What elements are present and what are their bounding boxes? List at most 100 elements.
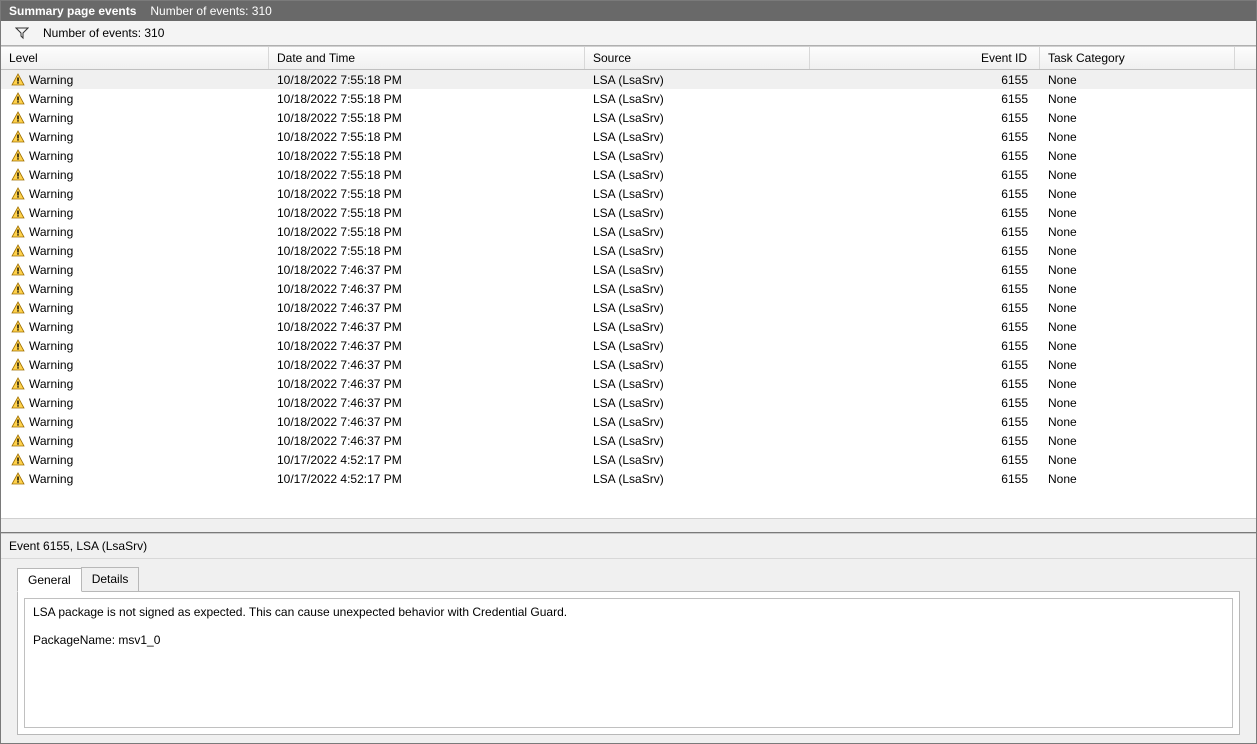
warning-icon <box>11 434 25 448</box>
warning-icon <box>11 111 25 125</box>
horizontal-scrollbar[interactable] <box>1 518 1256 532</box>
title-event-count: Number of events: 310 <box>150 4 271 18</box>
cell-source: LSA (LsaSrv) <box>585 319 810 335</box>
cell-eventid: 6155 <box>810 91 1040 107</box>
event-rows[interactable]: Warning10/18/2022 7:55:18 PMLSA (LsaSrv)… <box>1 70 1256 518</box>
warning-icon <box>11 92 25 106</box>
cell-date: 10/18/2022 7:46:37 PM <box>269 414 585 430</box>
cell-task: None <box>1040 91 1235 107</box>
cell-eventid: 6155 <box>810 414 1040 430</box>
filter-icon[interactable] <box>15 26 29 40</box>
cell-source: LSA (LsaSrv) <box>585 224 810 240</box>
table-row[interactable]: Warning10/18/2022 7:55:18 PMLSA (LsaSrv)… <box>1 203 1256 222</box>
table-row[interactable]: Warning10/18/2022 7:55:18 PMLSA (LsaSrv)… <box>1 89 1256 108</box>
warning-icon <box>11 453 25 467</box>
cell-eventid: 6155 <box>810 243 1040 259</box>
cell-task: None <box>1040 414 1235 430</box>
cell-level-text: Warning <box>29 415 73 429</box>
event-list-panel: Level Date and Time Source Event ID Task… <box>1 46 1256 533</box>
cell-level-text: Warning <box>29 225 73 239</box>
cell-eventid: 6155 <box>810 281 1040 297</box>
table-row[interactable]: Warning10/18/2022 7:55:18 PMLSA (LsaSrv)… <box>1 108 1256 127</box>
table-row[interactable]: Warning10/18/2022 7:46:37 PMLSA (LsaSrv)… <box>1 431 1256 450</box>
table-row[interactable]: Warning10/18/2022 7:46:37 PMLSA (LsaSrv)… <box>1 355 1256 374</box>
table-row[interactable]: Warning10/18/2022 7:46:37 PMLSA (LsaSrv)… <box>1 317 1256 336</box>
table-row[interactable]: Warning10/18/2022 7:55:18 PMLSA (LsaSrv)… <box>1 146 1256 165</box>
cell-date: 10/18/2022 7:46:37 PM <box>269 338 585 354</box>
cell-task: None <box>1040 319 1235 335</box>
table-row[interactable]: Warning 10/18/2022 7:55:18 PMLSA (LsaSrv)… <box>1 184 1256 203</box>
detail-body-wrap: LSA package is not signed as expected. T… <box>17 591 1240 735</box>
cell-level: Warning <box>1 262 269 278</box>
cell-source: LSA (LsaSrv) <box>585 357 810 373</box>
cell-source: LSA (LsaSrv) <box>585 205 810 221</box>
cell-eventid: 6155 <box>810 129 1040 145</box>
cell-source: LSA (LsaSrv) <box>585 281 810 297</box>
warning-icon <box>11 320 25 334</box>
cell-eventid: 6155 <box>810 376 1040 392</box>
cell-date: 10/18/2022 7:46:37 PM <box>269 262 585 278</box>
table-row[interactable]: Warning10/17/2022 4:52:17 PMLSA (LsaSrv)… <box>1 450 1256 469</box>
cell-date: 10/18/2022 7:55:18 PM <box>269 186 585 202</box>
cell-level-text: Warning <box>29 453 73 467</box>
cell-date: 10/18/2022 7:46:37 PM <box>269 395 585 411</box>
cell-level: Warning <box>1 224 269 240</box>
warning-icon <box>11 206 25 220</box>
cell-level: Warning <box>1 357 269 373</box>
warning-icon <box>11 187 25 201</box>
cell-eventid: 6155 <box>810 205 1040 221</box>
table-row[interactable]: Warning10/18/2022 7:46:37 PMLSA (LsaSrv)… <box>1 336 1256 355</box>
cell-source: LSA (LsaSrv) <box>585 433 810 449</box>
table-row[interactable]: Warning10/18/2022 7:46:37 PMLSA (LsaSrv)… <box>1 298 1256 317</box>
warning-icon <box>11 73 25 87</box>
table-row[interactable]: Warning10/18/2022 7:55:18 PMLSA (LsaSrv)… <box>1 127 1256 146</box>
table-row[interactable]: Warning 10/18/2022 7:46:37 PMLSA (LsaSrv)… <box>1 393 1256 412</box>
table-row[interactable]: Warning10/18/2022 7:55:18 PMLSA (LsaSrv)… <box>1 70 1256 89</box>
col-header-level[interactable]: Level <box>1 47 269 69</box>
cell-eventid: 6155 <box>810 452 1040 468</box>
table-row[interactable]: Warning10/18/2022 7:55:18 PMLSA (LsaSrv)… <box>1 222 1256 241</box>
tab-general[interactable]: General <box>17 568 82 592</box>
table-row[interactable]: Warning10/18/2022 7:46:37 PMLSA (LsaSrv)… <box>1 260 1256 279</box>
cell-date: 10/18/2022 7:46:37 PM <box>269 281 585 297</box>
cell-level-text: Warning <box>29 73 73 87</box>
cell-source: LSA (LsaSrv) <box>585 186 810 202</box>
cell-level: Warning <box>1 72 269 88</box>
cell-source: LSA (LsaSrv) <box>585 110 810 126</box>
table-row[interactable]: Warning10/17/2022 4:52:17 PMLSA (LsaSrv)… <box>1 469 1256 488</box>
detail-header: Event 6155, LSA (LsaSrv) <box>1 534 1256 559</box>
filter-bar: Number of events: 310 <box>1 21 1256 46</box>
table-row[interactable]: Warning10/18/2022 7:55:18 PMLSA (LsaSrv)… <box>1 241 1256 260</box>
table-row[interactable]: Warning10/18/2022 7:55:18 PMLSA (LsaSrv)… <box>1 165 1256 184</box>
cell-date: 10/18/2022 7:55:18 PM <box>269 129 585 145</box>
col-header-source[interactable]: Source <box>585 47 810 69</box>
cell-source: LSA (LsaSrv) <box>585 167 810 183</box>
cell-source: LSA (LsaSrv) <box>585 395 810 411</box>
cell-task: None <box>1040 376 1235 392</box>
detail-panel: Event 6155, LSA (LsaSrv) General Details… <box>1 533 1256 743</box>
cell-level-text: Warning <box>29 339 73 353</box>
col-header-task[interactable]: Task Category <box>1040 47 1235 69</box>
cell-task: None <box>1040 110 1235 126</box>
cell-source: LSA (LsaSrv) <box>585 300 810 316</box>
warning-icon <box>11 244 25 258</box>
table-row[interactable]: Warning10/18/2022 7:46:37 PMLSA (LsaSrv)… <box>1 374 1256 393</box>
cell-level-text: Warning <box>29 472 73 486</box>
table-row[interactable]: Warning10/18/2022 7:46:37 PMLSA (LsaSrv)… <box>1 412 1256 431</box>
cell-level: Warning <box>1 376 269 392</box>
table-row[interactable]: Warning10/18/2022 7:46:37 PMLSA (LsaSrv)… <box>1 279 1256 298</box>
cell-eventid: 6155 <box>810 167 1040 183</box>
title-bar: Summary page events Number of events: 31… <box>1 1 1256 21</box>
cell-level-text: Warning <box>29 187 73 201</box>
cell-level-text: Warning <box>29 111 73 125</box>
cell-level-text: Warning <box>29 244 73 258</box>
cell-task: None <box>1040 72 1235 88</box>
cell-level-text: Warning <box>29 396 73 410</box>
tab-details[interactable]: Details <box>81 567 140 591</box>
window-title: Summary page events <box>9 4 136 18</box>
cell-level: Warning <box>1 243 269 259</box>
col-header-eventid[interactable]: Event ID <box>810 47 1040 69</box>
cell-level-text: Warning <box>29 434 73 448</box>
col-header-date[interactable]: Date and Time <box>269 47 585 69</box>
cell-level: Warning <box>1 167 269 183</box>
